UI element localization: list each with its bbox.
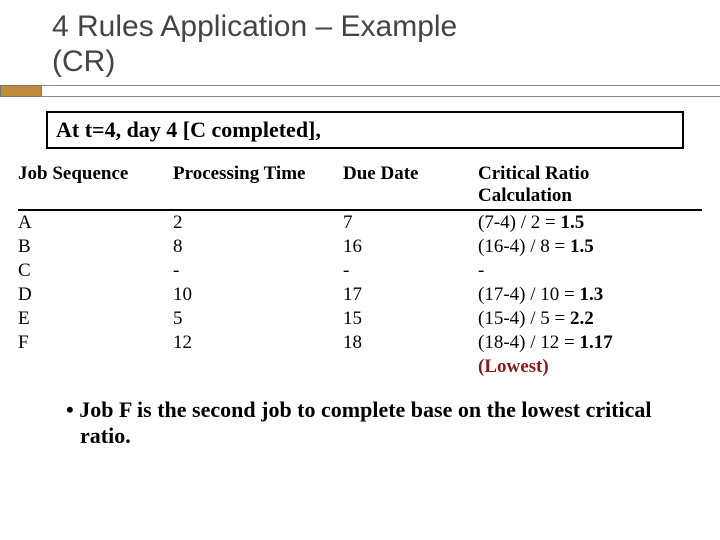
cell-cr: (18-4) / 12 = 1.17 [478, 332, 702, 354]
accent-chip [0, 85, 42, 97]
table-row: F1218(18-4) / 12 = 1.17 [18, 331, 702, 355]
cell-pt: 10 [173, 284, 343, 306]
accent-line [42, 85, 720, 97]
cr-expression: (18-4) / 12 = [478, 332, 579, 353]
cell-cr: (7-4) / 2 = 1.5 [478, 212, 702, 234]
cr-expression: (16-4) / 8 = [478, 236, 570, 257]
th-cr: Critical Ratio Calculation [478, 163, 702, 207]
cell-cr: - [478, 260, 702, 282]
cell-pt: 12 [173, 332, 343, 354]
cell-dd: 16 [343, 236, 478, 258]
cell-cr: (16-4) / 8 = 1.5 [478, 236, 702, 258]
cell-job: F [18, 332, 173, 354]
cr-expression: (17-4) / 10 = [478, 284, 579, 305]
th-dd: Due Date [343, 163, 478, 207]
cell-job: D [18, 284, 173, 306]
cr-value: 1.17 [579, 332, 612, 353]
cr-value: 1.5 [570, 236, 594, 257]
cell-pt: - [173, 260, 343, 282]
cr-value: 2.2 [570, 308, 594, 329]
table-row-lowest-tag: (Lowest) [18, 355, 702, 379]
conclusion-text: Job F is the second job to complete base… [79, 397, 651, 448]
cr-expression: (7-4) / 2 = [478, 212, 560, 233]
cell-pt: 5 [173, 308, 343, 330]
table-row: D1017(17-4) / 10 = 1.3 [18, 283, 702, 307]
cell-pt: 2 [173, 212, 343, 234]
cell-cr: (17-4) / 10 = 1.3 [478, 284, 702, 306]
th-pt: Processing Time [173, 163, 343, 207]
spacer [18, 356, 173, 378]
cr-value: 1.3 [579, 284, 603, 305]
cell-pt: 8 [173, 236, 343, 258]
table-row: C--- [18, 259, 702, 283]
cell-dd: 17 [343, 284, 478, 306]
accent-divider [0, 85, 720, 97]
table-row: A27(7-4) / 2 = 1.5 [18, 211, 702, 235]
cr-table: Job Sequence Processing Time Due Date Cr… [18, 163, 702, 379]
cell-dd: 7 [343, 212, 478, 234]
table-header: Job Sequence Processing Time Due Date Cr… [18, 163, 702, 211]
th-cr-line2: Calculation [478, 185, 702, 207]
table-row: E515(15-4) / 5 = 2.2 [18, 307, 702, 331]
th-job: Job Sequence [18, 163, 173, 207]
cell-dd: - [343, 260, 478, 282]
cr-expression: - [478, 260, 484, 281]
cell-dd: 15 [343, 308, 478, 330]
table-row: B816(16-4) / 8 = 1.5 [18, 235, 702, 259]
cell-job: E [18, 308, 173, 330]
spacer [173, 356, 343, 378]
context-box: At t=4, day 4 [C completed], [46, 111, 684, 149]
cell-cr: (15-4) / 5 = 2.2 [478, 308, 702, 330]
lowest-tag: (Lowest) [478, 356, 702, 378]
title-line-2: (CR) [52, 45, 720, 80]
cell-job: B [18, 236, 173, 258]
context-text: At t=4, day 4 [C completed], [56, 117, 321, 142]
slide-title: 4 Rules Application – Example (CR) [0, 0, 720, 85]
th-cr-line1: Critical Ratio [478, 163, 702, 185]
spacer [343, 356, 478, 378]
cell-job: A [18, 212, 173, 234]
cell-job: C [18, 260, 173, 282]
cr-value: 1.5 [560, 212, 584, 233]
title-line-1: 4 Rules Application – Example [52, 10, 720, 45]
cell-dd: 18 [343, 332, 478, 354]
cr-expression: (15-4) / 5 = [478, 308, 570, 329]
conclusion-bullet: Job F is the second job to complete base… [66, 397, 660, 450]
